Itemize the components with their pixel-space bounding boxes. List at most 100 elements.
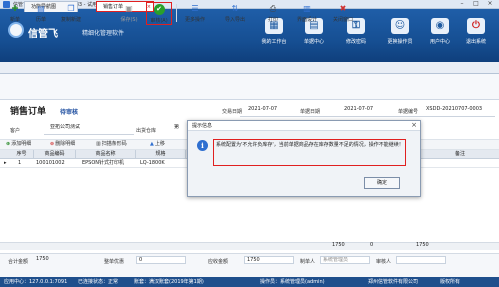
account-status: 账套：满汉账套(2019年第1期): [134, 279, 204, 285]
move-up-button[interactable]: ▲上移: [150, 140, 165, 149]
toolbar-label: 界面设计: [296, 17, 317, 23]
toolbar: [0, 74, 499, 100]
column-header-no[interactable]: 序号: [10, 150, 34, 159]
dialog-title: 提示信息: [192, 123, 213, 129]
doc-date-label: 单据日期: [300, 109, 321, 115]
column-header-remark[interactable]: 备注: [440, 150, 480, 159]
user-center-icon: ◉: [431, 18, 449, 34]
receivable-label: 应收金额: [208, 259, 229, 265]
brand-name: 信管飞: [28, 29, 58, 40]
info-icon: i: [197, 140, 208, 151]
sum-value: 1750: [416, 242, 429, 248]
toolbar-label: 历单: [35, 17, 46, 23]
dialog-message: 系统配置为'不允许负库存'，当前单据商品存在库存数量不足的情况，操作不能继续！: [216, 142, 404, 148]
list-icon: ▤: [37, 4, 45, 13]
save-icon: ▣: [125, 4, 133, 13]
check-icon: ✔: [153, 4, 165, 15]
reviewer-label: 审核人: [376, 259, 392, 265]
power-icon: ⏻: [467, 18, 485, 34]
copy-new-button[interactable]: ❐ 复制新建: [56, 2, 86, 25]
receivable-field: 1750: [244, 256, 294, 264]
warehouse-label: 出货仓库: [136, 128, 157, 134]
toolbar-label: 导入导出: [224, 17, 245, 23]
more-actions-button[interactable]: ☰ 更多操作: [180, 2, 210, 25]
layout-design-button[interactable]: ▥ 界面设计: [292, 2, 322, 25]
trade-date-field[interactable]: 2021-07-07: [246, 106, 296, 115]
toolbar-label: 关闭窗口: [332, 17, 353, 23]
toolbar-label: 保存(S): [120, 17, 138, 23]
layout-icon: ▥: [303, 4, 311, 13]
doc-date-field[interactable]: 2021-07-07: [342, 106, 390, 115]
add-row-button[interactable]: ⊕添加明细: [6, 140, 31, 149]
move-up-label: 上移: [154, 141, 165, 147]
cell-spec[interactable]: LQ-1800K: [138, 159, 186, 168]
import-export-button[interactable]: ⇅ 导入导出: [220, 2, 250, 25]
customer-underline: [44, 134, 134, 135]
toolbar-label: 新单: [9, 17, 20, 23]
copyright-status: 版权所有: [440, 279, 461, 285]
connection-status: 已连接状态：正常: [78, 279, 119, 285]
add-row-label: 添加明细: [11, 141, 32, 147]
approve-button[interactable]: ✔ 审核(A): [146, 2, 172, 25]
minimize-icon[interactable]: –: [456, 0, 468, 8]
brand-slogan: 精细化管理软件: [82, 30, 125, 37]
nav-label: 用户中心: [429, 39, 450, 45]
copy-icon: ❐: [67, 4, 75, 13]
close-window-button[interactable]: ✖ 关闭窗口: [328, 2, 358, 25]
close-icon[interactable]: ×: [484, 0, 496, 8]
toolbar-separator: [176, 4, 177, 22]
barcode-icon: ▥: [96, 141, 101, 147]
print-button[interactable]: ⎙ 打印: [262, 2, 284, 25]
toolbar-label: 复制新建: [60, 17, 81, 23]
sum-amount: 0: [370, 242, 374, 248]
page-title: 销售订单: [10, 107, 47, 117]
total-label: 合计金额: [8, 259, 29, 265]
nav-user-center-button[interactable]: ◉ 用户中心: [420, 14, 460, 58]
nav-exit-button[interactable]: ⏻ 退出系统: [456, 14, 496, 58]
cell-code[interactable]: 100101002: [34, 159, 76, 168]
doc-no-field[interactable]: XSDD-20210707-0003: [424, 106, 496, 115]
warehouse-field[interactable]: 第: [172, 124, 186, 133]
cell-name[interactable]: EPSON针式打印机: [80, 159, 136, 168]
customer-label: 客户: [10, 128, 21, 134]
total-field: 1750: [36, 256, 49, 262]
close-icon: ✖: [339, 4, 347, 13]
dialog-titlebar: 提示信息 ×: [188, 121, 420, 131]
operator-status: 操作员：系统管理员(admin): [260, 279, 325, 285]
column-header-spec[interactable]: 规格: [136, 150, 186, 159]
close-icon[interactable]: ×: [411, 121, 417, 130]
header-divider: [240, 116, 495, 117]
nav-label: 修改密码: [345, 39, 366, 45]
status-badge: 待审核: [60, 109, 79, 116]
delete-row-label: 删除明细: [55, 141, 76, 147]
column-header-code[interactable]: 商品编码: [34, 150, 76, 159]
history-button[interactable]: ▤ 历单: [30, 2, 52, 25]
toolbar-label: 审核(A): [150, 18, 168, 24]
ok-button[interactable]: 确定: [364, 177, 400, 189]
alert-dialog: 提示信息 × i 系统配置为'不允许负库存'，当前单据商品存在库存数量不足的情况…: [187, 120, 421, 197]
company-status: 郑州信管软件有限公司: [368, 279, 419, 285]
scan-label: 扫描条形码: [101, 141, 127, 147]
column-header-name[interactable]: 商品名称: [76, 150, 136, 159]
nav-label: 单据中心: [303, 39, 324, 45]
nav-switch-user-button[interactable]: ☺ 更换操作员: [380, 14, 420, 58]
discount-field[interactable]: 0: [136, 256, 186, 264]
status-bar: [0, 277, 499, 287]
plus-icon: ✚: [11, 4, 19, 13]
scan-barcode-button[interactable]: ▥扫描条形码: [96, 140, 127, 149]
arrow-up-icon: ▲: [150, 141, 154, 147]
maximize-icon[interactable]: □: [470, 0, 482, 8]
toolbar-label: 更多操作: [184, 17, 205, 23]
new-button[interactable]: ✚ 新单: [4, 2, 26, 25]
discount-label: 整单优惠: [104, 259, 125, 265]
delete-row-button[interactable]: ⊖删除明细: [50, 140, 75, 149]
doc-no-label: 单据编号: [398, 109, 419, 115]
trade-date-label: 交易日期: [222, 109, 243, 115]
minus-circle-icon: ⊖: [50, 141, 55, 147]
customer-field[interactable]: 亚拓公司测试: [48, 124, 120, 133]
nav-label: 退出系统: [465, 39, 486, 45]
maker-label: 制单人: [300, 259, 316, 265]
plus-circle-icon: ⊕: [6, 141, 11, 147]
save-button[interactable]: ▣ 保存(S): [116, 2, 142, 25]
cell-no: 1: [18, 160, 22, 166]
